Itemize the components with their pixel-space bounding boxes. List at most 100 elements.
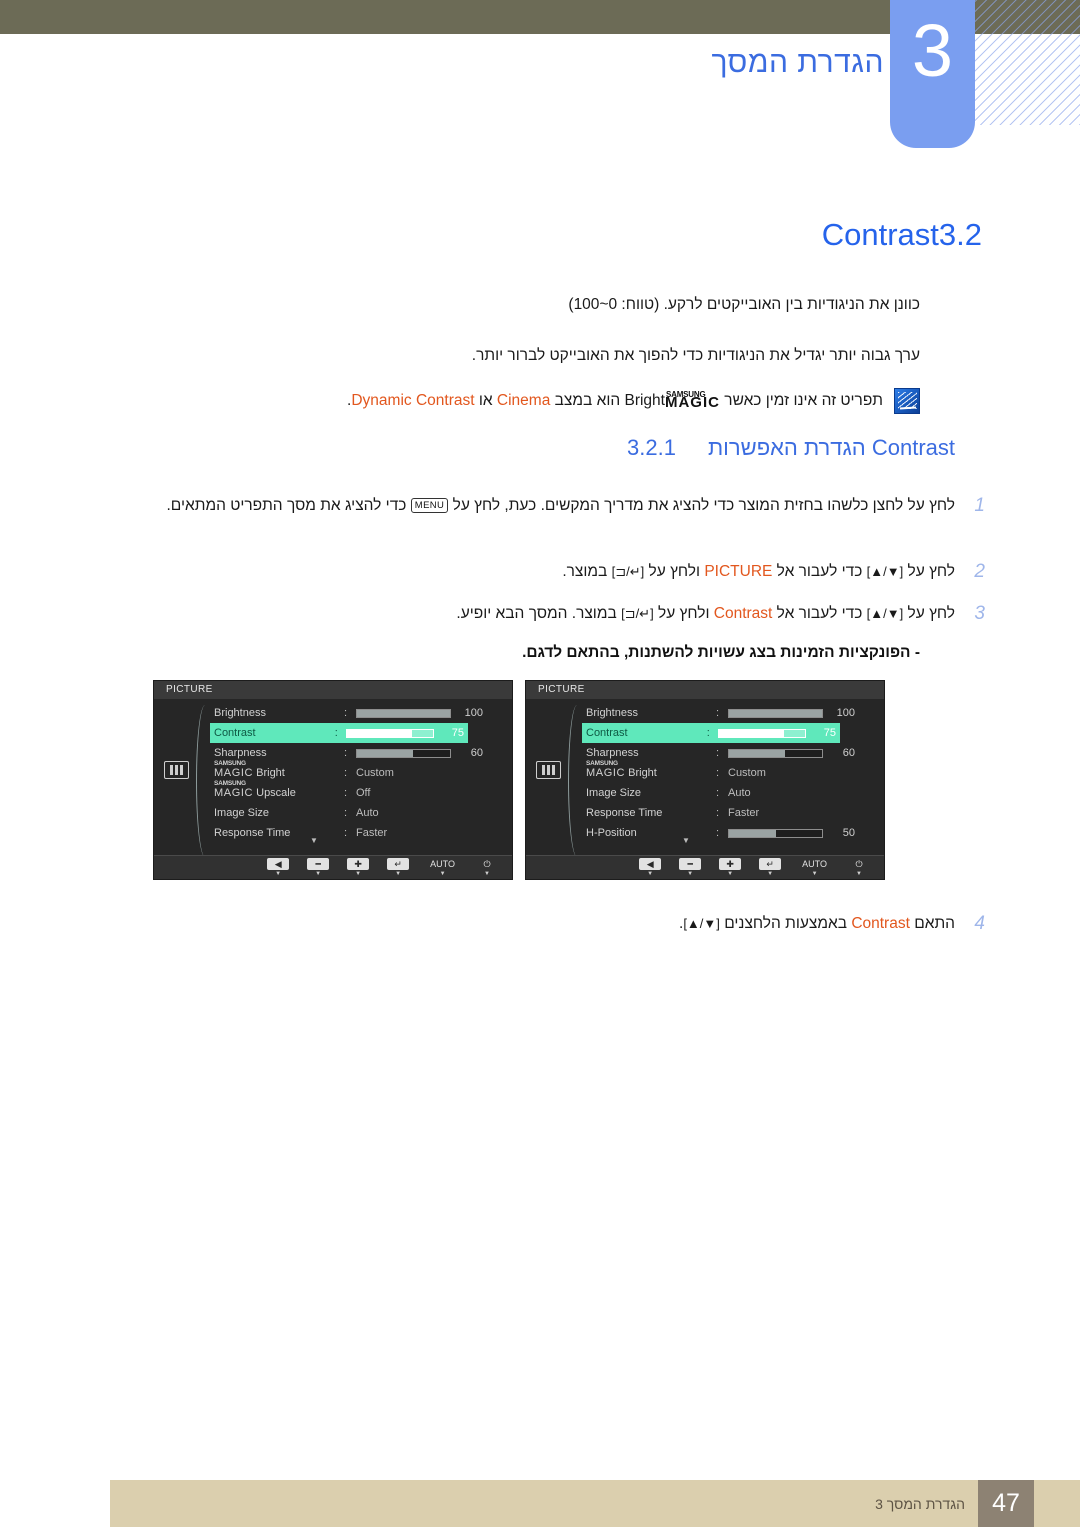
osd-colon: :	[716, 767, 720, 779]
osd-item-value: Custom	[728, 767, 766, 779]
samsung-superscript: SAMSUNG	[214, 760, 246, 767]
step-text-fragment: באמצעות הלחצנים	[719, 915, 852, 932]
osd-menu-item[interactable]: SAMSUNG MAGIC Upscale: Off	[214, 780, 506, 803]
osd-colon: :	[334, 727, 338, 739]
osd-screenshot: PICTURE Brightness: 100 Contrast: 75 Sharpnes…	[525, 680, 885, 880]
note-pen-icon	[894, 388, 920, 414]
page-footer: 47 הגדרת המסך 3	[0, 1480, 1080, 1527]
magic-logo: SAMSUNG MAGIC	[214, 760, 253, 779]
osd-menu-item[interactable]: Sharpness: 60	[586, 743, 878, 763]
osd-menu-item[interactable]: Response Time: Faster	[586, 803, 878, 823]
osd-title: PICTURE	[526, 681, 884, 699]
osd-slider-fill	[346, 729, 412, 737]
back-button[interactable]: ◀ ▼	[267, 857, 290, 878]
osd-slider[interactable]	[356, 748, 451, 758]
osd-slider[interactable]	[717, 728, 807, 738]
step-text-fragment: לחץ על	[903, 605, 955, 622]
button-indicator-triangle: ▼	[856, 870, 862, 877]
back-button[interactable]: ◀ ▼	[639, 857, 662, 878]
chapter-title: הגדרת המסך	[711, 46, 884, 79]
button-indicator-triangle: ▼	[687, 870, 694, 877]
osd-menu-item[interactable]: Contrast: 75	[582, 723, 840, 743]
osd-screenshots: PICTURE Brightness: 100 Contrast: 75 Sharpnes…	[153, 680, 885, 880]
osd-slider[interactable]	[728, 748, 823, 758]
key-glyph: [▲/▼]	[866, 606, 904, 621]
note-text-b: הוא במצב	[550, 392, 625, 409]
osd-menu-item[interactable]: Image Size: Auto	[586, 783, 878, 803]
osd-colon: :	[344, 827, 348, 839]
osd-menu-item[interactable]: Contrast: 75	[210, 723, 468, 743]
chevron-down-icon[interactable]: ▼	[682, 836, 690, 845]
note-line: תפריט זה אינו זמין כאשר SAMSUNG MAGICBrig…	[160, 388, 920, 414]
section-paragraph-2: ערך גבוה יותר יגדיל את הניגודיות כדי להפ…	[471, 347, 920, 364]
osd-menu-item[interactable]: Brightness: 100	[586, 703, 878, 723]
osd-slider-fill	[357, 709, 450, 717]
chevron-down-icon[interactable]: ▼	[310, 836, 318, 845]
osd-item-label: Brightness	[214, 707, 266, 719]
osd-colon: :	[716, 787, 720, 799]
step-2-number: 2	[974, 561, 985, 582]
osd-slider[interactable]	[728, 828, 823, 838]
power-button[interactable]: ⏻ ▼	[848, 858, 870, 878]
step-1: 1 לחץ על לחצן כלשהו בחזית המוצר כדי להצי…	[165, 492, 985, 519]
auto-button[interactable]: AUTO ▼	[799, 858, 830, 878]
step-text-fragment: התאם	[909, 915, 955, 932]
osd-menu-item[interactable]: SAMSUNG MAGIC Bright: Custom	[214, 760, 506, 783]
section-number: 3.2	[938, 217, 982, 252]
enter-button-label: ↵	[759, 857, 782, 870]
step-text-fragment: לחץ על לחצן כלשהו בחזית המוצר כדי להציג …	[448, 497, 955, 514]
osd-colon: :	[344, 787, 348, 799]
osd-item-label: SAMSUNG MAGIC Bright	[586, 760, 716, 779]
osd-item-value: Off	[356, 787, 371, 799]
note-text-c: או	[474, 392, 497, 409]
power-button[interactable]: ⏻ ▼	[476, 858, 498, 878]
minus-button[interactable]: ━ ▼	[307, 857, 330, 878]
osd-item-label: Brightness	[586, 707, 638, 719]
osd-item-label: Contrast	[214, 727, 256, 739]
osd-slider-value: 100	[464, 707, 483, 719]
enter-button[interactable]: ↵ ▼	[759, 857, 782, 878]
osd-body: Brightness:100 Contrast:75 Sharpness:60 SAM…	[154, 699, 512, 857]
samsung-superscript: SAMSUNG	[665, 390, 706, 399]
step-3: 3 לחץ על [▲/▼] כדי לעבור אל Contrast ולח…	[165, 600, 985, 627]
picture-icon	[164, 761, 189, 779]
osd-item-label: Contrast	[586, 727, 628, 739]
auto-button[interactable]: AUTO ▼	[427, 858, 458, 878]
plus-button[interactable]: ✚ ▼	[719, 857, 742, 878]
enter-button[interactable]: ↵ ▼	[387, 857, 410, 878]
note-bright-word: Bright	[624, 392, 665, 409]
osd-menu-item[interactable]: H-Position: 50	[586, 823, 878, 843]
osd-menu-item[interactable]: Sharpness: 60	[214, 743, 506, 763]
osd-slider[interactable]	[356, 708, 451, 718]
osd-item-value: Faster	[728, 807, 760, 819]
menu-reference: Contrast	[713, 605, 773, 622]
back-button-label: ◀	[267, 857, 290, 870]
step-3-number: 3	[974, 603, 985, 624]
osd-item-value: Custom	[356, 767, 394, 779]
header-hatch-pattern	[975, 0, 1080, 125]
osd-slider-value: 60	[470, 747, 483, 759]
osd-menu-item[interactable]: SAMSUNG MAGIC Bright: Custom	[586, 760, 878, 783]
osd-menu-item[interactable]: Response Time: Faster	[214, 823, 506, 843]
auto-button-label: AUTO	[802, 858, 827, 869]
osd-menu-item[interactable]: Image Size: Auto	[214, 803, 506, 823]
osd-item-value: Faster	[356, 827, 388, 839]
footer-left-spacer	[0, 1480, 110, 1527]
osd-menu-item[interactable]: Brightness: 100	[214, 703, 506, 723]
step-4-text: התאם Contrast באמצעות הלחצנים [▲/▼].	[679, 915, 955, 932]
osd-item-label: Sharpness	[214, 747, 267, 759]
osd-slider[interactable]	[728, 708, 823, 718]
osd-slider-fill	[729, 709, 822, 717]
model-availability-note: - הפונקציות הזמינות בצג עשויות להשתנות, …	[522, 644, 920, 661]
button-indicator-triangle: ▼	[727, 870, 734, 877]
note-text-a: תפריט זה אינו זמין כאשר	[719, 392, 883, 409]
minus-button[interactable]: ━ ▼	[679, 857, 702, 878]
plus-button[interactable]: ✚ ▼	[347, 857, 370, 878]
button-indicator-triangle: ▼	[767, 870, 774, 877]
osd-menu-list: Brightness:100 Contrast:75 Sharpness:60 SAM…	[210, 703, 506, 845]
magic-word: MAGIC	[214, 787, 254, 799]
osd-colon: :	[344, 767, 348, 779]
osd-slider-value: 75	[451, 727, 464, 739]
osd-item-label: Response Time	[214, 827, 291, 839]
osd-slider[interactable]	[345, 728, 435, 738]
